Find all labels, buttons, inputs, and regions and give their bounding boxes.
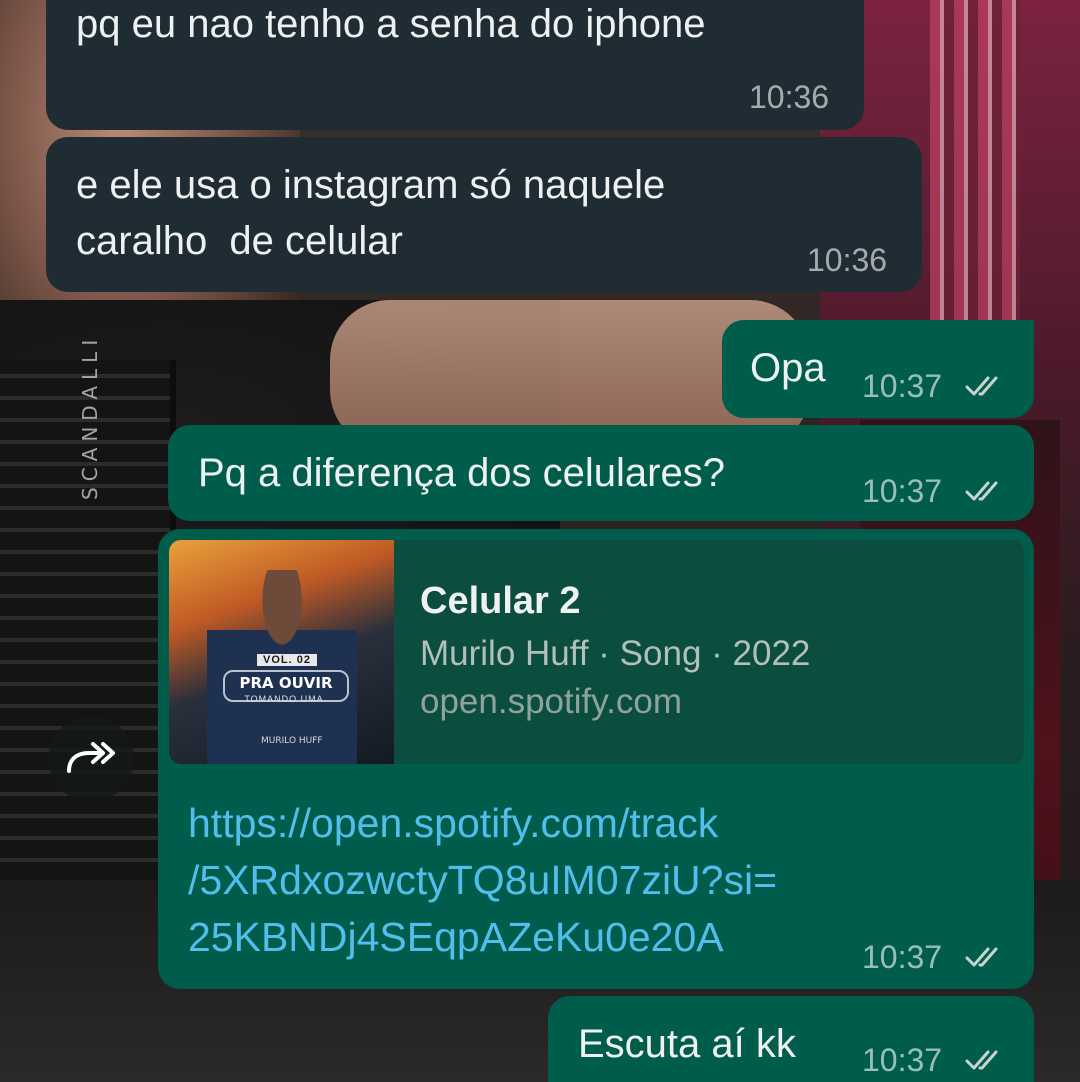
read-double-check-icon <box>964 477 1008 505</box>
link-preview-card[interactable]: VOL. 02 PRA OUVIR TOMANDO UMA MURILO HUF… <box>169 540 1024 764</box>
link-preview-title: Celular 2 <box>420 580 581 622</box>
message-text: Opa <box>750 346 826 390</box>
message-link-line3[interactable]: 25KBNDj4SEqpAZeKu0e20A <box>188 909 724 966</box>
message-text: Pq a diferença dos celulares? <box>198 451 725 495</box>
message-time: 10:36 <box>749 79 830 115</box>
read-double-check-icon <box>964 372 1008 400</box>
album-art-figure <box>207 570 357 764</box>
wallpaper-accordion-brand: SCANDALLI <box>78 333 102 500</box>
album-art-thumbnail: VOL. 02 PRA OUVIR TOMANDO UMA MURILO HUF… <box>169 540 394 764</box>
forward-icon <box>63 737 119 782</box>
album-art-subtitle: TOMANDO UMA <box>244 694 324 704</box>
message-link-line1[interactable]: https://open.spotify.com/track <box>188 795 718 852</box>
message-link-line2[interactable]: /5XRdxozwctyTQ8uIM07ziU?si= <box>188 852 777 909</box>
message-text-line2: caralho de celular <box>76 219 403 263</box>
message-text: pq eu nao tenho a senha do iphone <box>76 2 706 46</box>
album-art-signature: MURILO HUFF <box>261 736 323 746</box>
read-double-check-icon <box>964 943 1008 971</box>
link-preview-domain: open.spotify.com <box>420 682 682 721</box>
forward-button[interactable] <box>48 716 134 802</box>
message-bubble-outgoing[interactable]: Escuta aí kk 10:37 <box>548 996 1034 1082</box>
album-art-vol: VOL. 02 <box>257 654 317 666</box>
message-text-line1: e ele usa o instagram só naquele <box>76 163 666 207</box>
message-time: 10:37 <box>862 473 943 509</box>
message-bubble-incoming[interactable]: pq eu nao tenho a senha do iphone 10:36 <box>46 0 864 130</box>
message-bubble-incoming[interactable]: e ele usa o instagram só naquele caralho… <box>46 137 922 292</box>
link-preview-description: Murilo Huff · Song · 2022 <box>420 634 811 673</box>
message-time: 10:37 <box>862 1042 943 1078</box>
message-bubble-outgoing[interactable]: Pq a diferença dos celulares? 10:37 <box>168 425 1034 521</box>
message-text: Escuta aí kk <box>578 1022 796 1066</box>
message-bubble-outgoing[interactable]: Opa 10:37 <box>722 320 1034 418</box>
message-time: 10:37 <box>862 368 943 404</box>
message-time: 10:37 <box>862 939 943 975</box>
read-double-check-icon <box>964 1046 1008 1074</box>
message-time: 10:36 <box>807 242 888 278</box>
chat-screen: SCANDALLI pq eu nao tenho a senha do iph… <box>0 0 1080 1082</box>
